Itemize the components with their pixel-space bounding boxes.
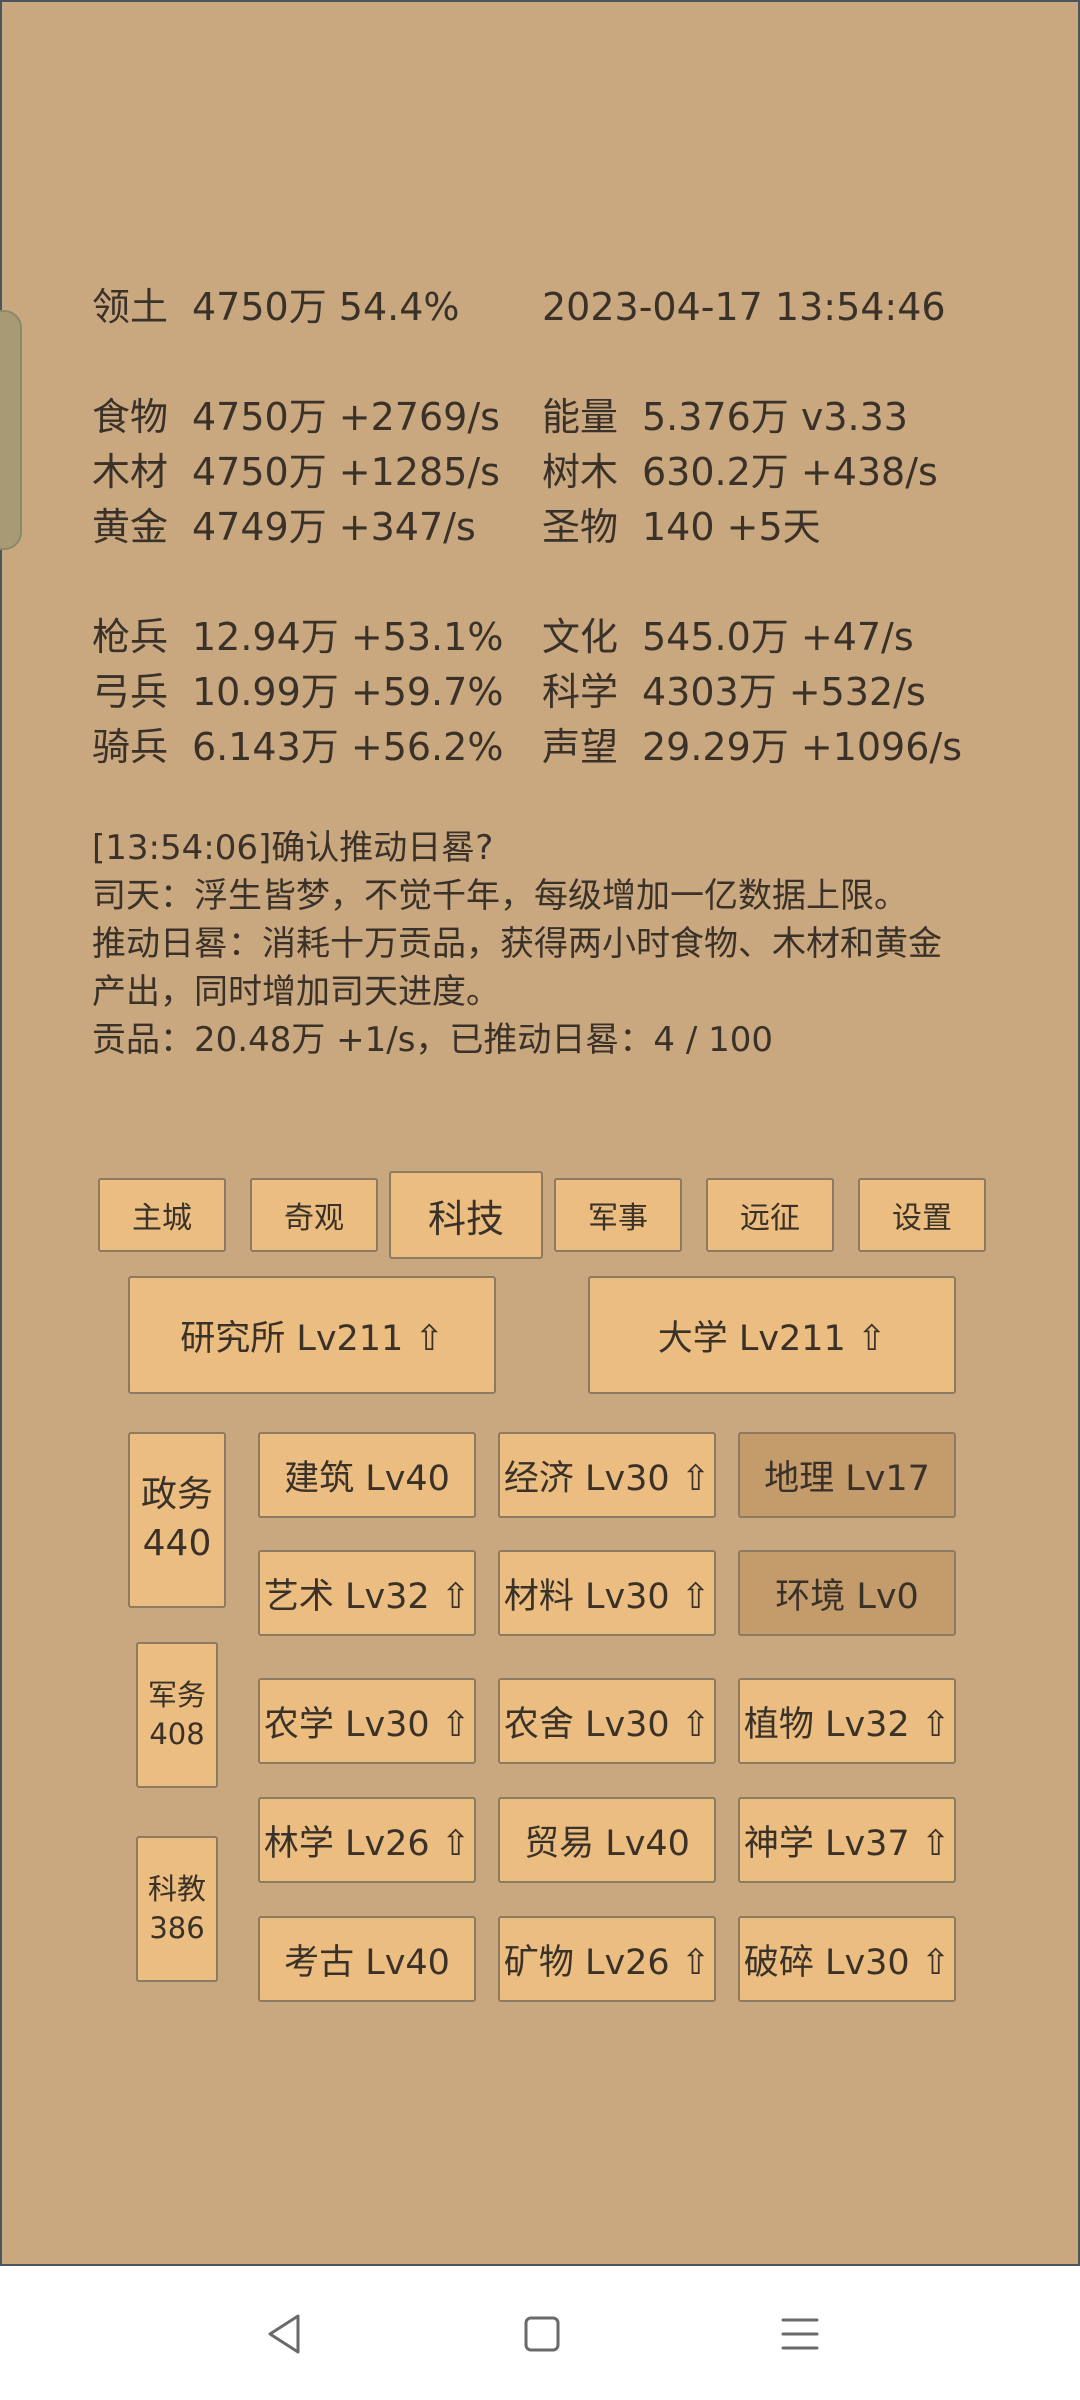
tech-farmhouse[interactable]: 农舍 Lv30 ⇧ bbox=[498, 1678, 716, 1764]
stat-label: 圣物 bbox=[542, 505, 619, 549]
stat-datetime: 2023-04-17 13:54:46 bbox=[542, 285, 946, 329]
stat-label: 声望 bbox=[542, 725, 619, 769]
stat-label: 领土 bbox=[92, 285, 169, 329]
tech-minerals[interactable]: 矿物 Lv26 ⇧ bbox=[498, 1916, 716, 2002]
stat-value: 12.94万 +53.1% bbox=[192, 615, 504, 659]
stat-value: 10.99万 +59.7% bbox=[192, 670, 504, 714]
stat-value: 140 +5天 bbox=[642, 505, 821, 549]
menu-lines-icon[interactable] bbox=[760, 2294, 840, 2374]
home-square-icon[interactable] bbox=[502, 2294, 582, 2374]
stat-label: 枪兵 bbox=[92, 615, 169, 659]
tech-trade[interactable]: 贸易 Lv40 bbox=[498, 1797, 716, 1883]
tab-expedition[interactable]: 远征 bbox=[706, 1178, 834, 1252]
politics-label: 政务 bbox=[140, 1474, 213, 1516]
tech-botany[interactable]: 植物 Lv32 ⇧ bbox=[738, 1678, 956, 1764]
stat-value: 4303万 +532/s bbox=[642, 670, 926, 714]
tech-economy[interactable]: 经济 Lv30 ⇧ bbox=[498, 1432, 716, 1518]
stat-value: 4750万 +1285/s bbox=[192, 450, 500, 494]
system-nav-bar bbox=[0, 2266, 1080, 2400]
tech-geography[interactable]: 地理 Lv17 bbox=[738, 1432, 956, 1518]
stat-label: 骑兵 bbox=[92, 725, 169, 769]
log-line: 贡品：20.48万 +1/s，已推动日晷：4 / 100 bbox=[92, 1020, 774, 1060]
tech-architecture[interactable]: 建筑 Lv40 bbox=[258, 1432, 476, 1518]
military-affairs-button[interactable]: 军务 408 bbox=[136, 1642, 218, 1788]
education-label: 科教 bbox=[147, 1871, 206, 1906]
research-institute-button[interactable]: 研究所 Lv211 ⇧ bbox=[128, 1276, 496, 1394]
stat-label: 文化 bbox=[542, 615, 619, 659]
tech-shatter[interactable]: 破碎 Lv30 ⇧ bbox=[738, 1916, 956, 2002]
tab-wonders[interactable]: 奇观 bbox=[250, 1178, 378, 1252]
tab-main-city[interactable]: 主城 bbox=[98, 1178, 226, 1252]
stat-label: 食物 bbox=[92, 395, 169, 439]
stat-value: 5.376万 v3.33 bbox=[642, 395, 908, 439]
game-screen: 领土 4750万 54.4% 2023-04-17 13:54:46 食物 47… bbox=[0, 0, 1080, 2266]
log-line: [13:54:06]确认推动日晷? bbox=[92, 828, 494, 868]
stat-value: 630.2万 +438/s bbox=[642, 450, 938, 494]
tech-materials[interactable]: 材料 Lv30 ⇧ bbox=[498, 1550, 716, 1636]
stat-value: 4749万 +347/s bbox=[192, 505, 476, 549]
education-value: 386 bbox=[149, 1911, 205, 1945]
military-affairs-value: 408 bbox=[149, 1717, 205, 1751]
tech-archaeology[interactable]: 考古 Lv40 bbox=[258, 1916, 476, 2002]
side-drawer-handle[interactable] bbox=[0, 310, 22, 550]
tab-technology[interactable]: 科技 bbox=[389, 1171, 543, 1259]
tech-art[interactable]: 艺术 Lv32 ⇧ bbox=[258, 1550, 476, 1636]
tech-theology[interactable]: 神学 Lv37 ⇧ bbox=[738, 1797, 956, 1883]
politics-button[interactable]: 政务 440 bbox=[128, 1432, 226, 1608]
stat-value: 29.29万 +1096/s bbox=[642, 725, 963, 769]
education-button[interactable]: 科教 386 bbox=[136, 1836, 218, 1982]
tech-agronomy[interactable]: 农学 Lv30 ⇧ bbox=[258, 1678, 476, 1764]
stat-label: 黄金 bbox=[92, 505, 169, 549]
stat-label: 木材 bbox=[92, 450, 169, 494]
military-affairs-label: 军务 bbox=[147, 1677, 206, 1712]
stat-value: 545.0万 +47/s bbox=[642, 615, 914, 659]
tab-military[interactable]: 军事 bbox=[554, 1178, 682, 1252]
back-triangle-icon[interactable] bbox=[244, 2294, 324, 2374]
stat-label: 能量 bbox=[542, 395, 619, 439]
politics-value: 440 bbox=[142, 1523, 212, 1564]
stat-value: 6.143万 +56.2% bbox=[192, 725, 504, 769]
tech-forestry[interactable]: 林学 Lv26 ⇧ bbox=[258, 1797, 476, 1883]
message-log: [13:54:06]确认推动日晷? 司天：浮生皆梦，不觉千年，每级增加一亿数据上… bbox=[92, 824, 1032, 1064]
log-line: 推动日晷：消耗十万贡品，获得两小时食物、木材和黄金 bbox=[92, 924, 942, 964]
log-line: 司天：浮生皆梦，不觉千年，每级增加一亿数据上限。 bbox=[92, 876, 908, 916]
stat-label: 弓兵 bbox=[92, 670, 169, 714]
university-button[interactable]: 大学 Lv211 ⇧ bbox=[588, 1276, 956, 1394]
stat-label: 树木 bbox=[542, 450, 619, 494]
stat-label: 科学 bbox=[542, 670, 619, 714]
tab-settings[interactable]: 设置 bbox=[858, 1178, 986, 1252]
log-line: 产出，同时增加司天进度。 bbox=[92, 972, 500, 1012]
stat-value: 4750万 +2769/s bbox=[192, 395, 500, 439]
stat-value: 4750万 54.4% bbox=[192, 285, 460, 329]
tech-environment[interactable]: 环境 Lv0 bbox=[738, 1550, 956, 1636]
